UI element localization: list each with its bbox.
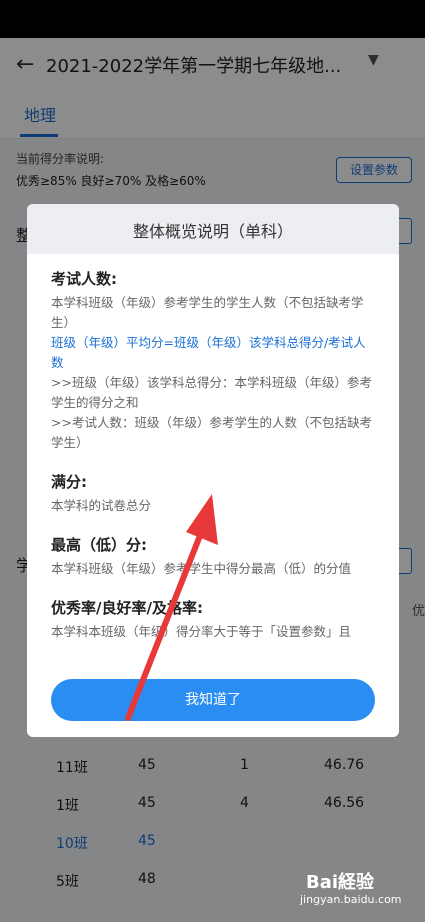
section-text: 本学科班级（年级）参考学生的学生人数（不包括缺考学生） xyxy=(51,295,364,330)
section-text: 本学科班级（年级）参考学生中得分最高（低）的分值 xyxy=(51,561,352,576)
section-heading: 最高（低）分: xyxy=(51,536,147,554)
dialog-section: 满分: 本学科的试卷总分 xyxy=(51,471,377,516)
dialog-section: 优秀率/良好率/及格率: 本学科本班级（年级）得分率大于等于「设置参数」且 xyxy=(51,597,377,642)
baidu-watermark-logo: Bai経验 xyxy=(306,872,375,893)
overview-dialog: 整体概览说明（单科） 考试人数: 本学科班级（年级）参考学生的学生人数（不包括缺考… xyxy=(27,204,399,737)
section-text: 本学科本班级（年级）得分率大于等于「设置参数」且 xyxy=(51,624,352,639)
section-text: >>班级（年级）该学科总得分：本学科班级（年级）参考学生的得分之和 xyxy=(51,375,372,410)
dialog-content[interactable]: 考试人数: 本学科班级（年级）参考学生的学生人数（不包括缺考学生） 班级（年级）平均… xyxy=(51,268,377,658)
dialog-header: 整体概览说明（单科） xyxy=(27,204,399,254)
section-heading: 考试人数: xyxy=(51,270,117,288)
got-it-button[interactable]: 我知道了 xyxy=(51,679,375,721)
section-text: 本学科的试卷总分 xyxy=(51,498,152,513)
app-screen: ← 2021-2022学年第一学期七年级地... ▼ 地理 当前得分率说明: 优… xyxy=(0,38,425,922)
baidu-watermark-url: jingyan.baidu.com xyxy=(300,893,402,906)
dialog-section: 考试人数: 本学科班级（年级）参考学生的学生人数（不包括缺考学生） 班级（年级）平均… xyxy=(51,268,377,453)
dialog-title: 整体概览说明（单科） xyxy=(132,222,293,241)
formula-text: 班级（年级）平均分=班级（年级）该学科总得分/考试人数 xyxy=(51,335,366,370)
section-heading: 满分: xyxy=(51,473,87,491)
dialog-section: 最高（低）分: 本学科班级（年级）参考学生中得分最高（低）的分值 xyxy=(51,534,377,579)
section-text: >>考试人数：班级（年级）参考学生的人数（不包括缺考学生） xyxy=(51,415,372,450)
section-heading: 优秀率/良好率/及格率: xyxy=(51,599,203,617)
